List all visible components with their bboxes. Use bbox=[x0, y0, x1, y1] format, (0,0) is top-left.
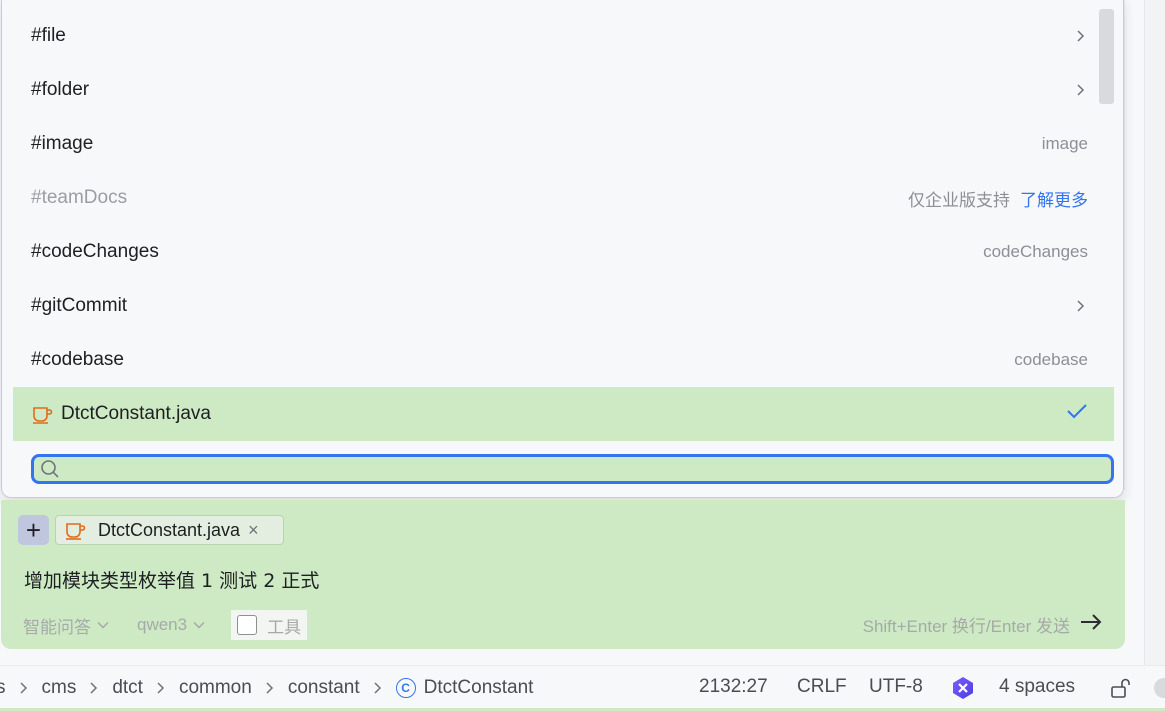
chat-toolbar: 智能问答 qwen3 工具 bbox=[23, 610, 308, 640]
tools-checkbox[interactable] bbox=[237, 615, 258, 635]
chevron-right-icon bbox=[1077, 30, 1085, 42]
popup-item-label: #teamDocs bbox=[31, 187, 128, 208]
chevron-down-icon bbox=[97, 621, 109, 629]
popup-search-input[interactable] bbox=[60, 457, 1111, 481]
chevron-right-icon bbox=[1077, 300, 1085, 312]
popup-item-label: #gitCommit bbox=[31, 295, 128, 316]
editor-gutter bbox=[1124, 0, 1144, 490]
breadcrumb-item[interactable]: common bbox=[179, 677, 288, 699]
send-arrow-icon[interactable] bbox=[1079, 610, 1103, 634]
line-ending[interactable]: CRLF bbox=[797, 676, 847, 698]
model-dropdown-label: qwen3 bbox=[137, 615, 188, 634]
indent-setting[interactable]: 4 spaces bbox=[999, 676, 1075, 698]
chevron-down-icon bbox=[193, 621, 205, 629]
checkmark-icon bbox=[1066, 402, 1088, 426]
breadcrumb-item[interactable]: dtct bbox=[112, 677, 179, 699]
context-popup: #file #folder #image image #teamDocs 仅企业… bbox=[1, 0, 1124, 498]
breadcrumb-item[interactable]: s bbox=[0, 677, 42, 699]
status-bar: s cms dtct common constant C DtctConstan… bbox=[0, 665, 1165, 711]
add-context-button[interactable]: + bbox=[18, 515, 49, 545]
file-encoding[interactable]: UTF-8 bbox=[869, 676, 923, 698]
attachment-chip[interactable]: DtctConstant.java × bbox=[55, 515, 284, 545]
popup-scrollbar[interactable] bbox=[1099, 9, 1114, 104]
breadcrumb-item-class[interactable]: C DtctConstant bbox=[395, 677, 533, 699]
tools-toggle[interactable]: 工具 bbox=[231, 610, 308, 640]
chevron-right-icon bbox=[374, 682, 381, 694]
popup-item-codebase[interactable]: #codebase codebase bbox=[13, 333, 1114, 387]
ide-window: #file #folder #image image #teamDocs 仅企业… bbox=[0, 0, 1165, 711]
mode-dropdown-label: 智能问答 bbox=[23, 617, 91, 637]
popup-item-hint: codebase bbox=[1014, 350, 1088, 369]
chevron-right-icon bbox=[90, 682, 98, 694]
popup-item-dtctconstant-java[interactable]: DtctConstant.java bbox=[13, 387, 1114, 441]
model-dropdown[interactable]: qwen3 bbox=[137, 615, 205, 635]
chat-input-panel: + DtctConstant.java × 增加模块类型枚举值 1 测试 2 正… bbox=[1, 500, 1125, 649]
popup-item-label: DtctConstant.java bbox=[61, 403, 211, 424]
popup-item-folder[interactable]: #folder bbox=[13, 63, 1114, 117]
enterprise-only-hint: 仅企业版支持 bbox=[908, 190, 1010, 210]
popup-item-image[interactable]: #image image bbox=[13, 117, 1114, 171]
popup-item-hint: codeChanges bbox=[983, 242, 1088, 261]
mode-dropdown[interactable]: 智能问答 bbox=[23, 613, 109, 638]
ai-assistant-icon[interactable] bbox=[950, 675, 976, 701]
learn-more-link[interactable]: 了解更多 bbox=[1020, 186, 1088, 211]
popup-item-label: #file bbox=[31, 25, 66, 46]
popup-item-hint: image bbox=[1041, 134, 1088, 153]
chat-message-text[interactable]: 增加模块类型枚举值 1 测试 2 正式 bbox=[24, 566, 319, 593]
popup-item-gitcommit[interactable]: #gitCommit bbox=[13, 279, 1114, 333]
close-icon[interactable]: × bbox=[248, 520, 259, 541]
java-cup-icon bbox=[66, 523, 86, 540]
right-tool-strip bbox=[1144, 0, 1165, 665]
chevron-right-icon bbox=[1077, 84, 1085, 96]
popup-item-label: #codeChanges bbox=[31, 241, 159, 262]
popup-search-box[interactable] bbox=[31, 454, 1114, 484]
attachment-name: DtctConstant.java bbox=[98, 519, 241, 540]
class-icon: C bbox=[395, 678, 416, 698]
breadcrumb: s cms dtct common constant C DtctConstan… bbox=[0, 666, 533, 710]
shortcut-hint: Shift+Enter 换行/Enter 发送 bbox=[862, 617, 1070, 636]
tools-label: 工具 bbox=[267, 617, 302, 637]
breadcrumb-item[interactable]: cms bbox=[42, 677, 113, 699]
status-toggle[interactable] bbox=[1154, 678, 1165, 698]
popup-item-label: #folder bbox=[31, 79, 90, 100]
lock-open-icon[interactable] bbox=[1109, 677, 1131, 699]
chevron-right-icon bbox=[157, 682, 165, 694]
popup-item-teamdocs: #teamDocs 仅企业版支持 了解更多 bbox=[13, 171, 1114, 225]
chevron-right-icon bbox=[266, 682, 273, 694]
popup-item-label: #codebase bbox=[31, 349, 124, 370]
popup-item-file[interactable]: #file bbox=[13, 9, 1114, 63]
java-cup-icon bbox=[33, 407, 53, 424]
popup-item-label: #image bbox=[31, 133, 94, 154]
cursor-position[interactable]: 2132:27 bbox=[699, 676, 768, 698]
search-icon bbox=[41, 460, 59, 478]
breadcrumb-item[interactable]: constant bbox=[288, 677, 396, 699]
popup-item-codechanges[interactable]: #codeChanges codeChanges bbox=[13, 225, 1114, 279]
chevron-right-icon bbox=[19, 682, 27, 694]
